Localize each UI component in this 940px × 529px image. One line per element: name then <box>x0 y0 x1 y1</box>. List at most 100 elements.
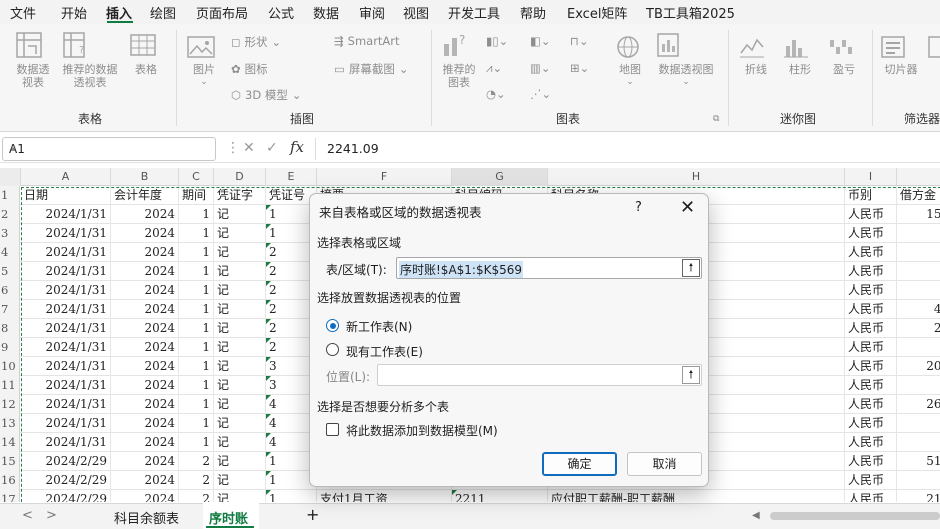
name-box[interactable]: A1 ⌄ <box>2 137 216 161</box>
column-header-b[interactable]: B <box>111 168 179 186</box>
recommended-charts-button[interactable]: ? 推荐的图表 <box>440 30 480 89</box>
cell-year[interactable]: 2024 <box>111 205 179 224</box>
cell-year[interactable]: 2024 <box>111 490 179 502</box>
cell-period[interactable]: 1 <box>179 414 214 433</box>
range-collapse-icon[interactable]: 🠕 <box>682 259 700 277</box>
cell-date[interactable]: 2024/1/31 <box>21 338 111 357</box>
cancel-edit-icon[interactable]: ✕ <box>243 140 255 156</box>
cell-cur[interactable]: 人民币 <box>845 395 897 414</box>
cell-date[interactable]: 2024/1/31 <box>21 281 111 300</box>
cell-year[interactable]: 2024 <box>111 243 179 262</box>
cell-period[interactable]: 1 <box>179 243 214 262</box>
cell-cur[interactable]: 人民币 <box>845 338 897 357</box>
cell-cur[interactable]: 人民币 <box>845 452 897 471</box>
cell-word[interactable]: 记 <box>214 490 266 502</box>
cell-debit[interactable]: 15,1 <box>897 205 940 224</box>
cell-debit[interactable] <box>897 224 940 243</box>
cell-date[interactable]: 2024/1/31 <box>21 376 111 395</box>
slicer-button[interactable]: 切片器 <box>879 34 923 76</box>
screenshot-button[interactable]: ▭ 屏幕截图 ⌄ <box>334 61 409 77</box>
cell-date[interactable]: 2024/2/29 <box>21 452 111 471</box>
location-input[interactable]: 🠕 <box>377 364 702 386</box>
new-worksheet-radio[interactable] <box>326 319 339 332</box>
timeline-button[interactable] <box>927 34 940 63</box>
scatter-chart-button[interactable]: ⋰⌄ <box>530 87 551 101</box>
cell-period[interactable]: 1 <box>179 357 214 376</box>
row-number[interactable]: 11 <box>0 376 20 395</box>
cell-cur[interactable]: 人民币 <box>845 205 897 224</box>
pivot-table-button[interactable]: 数据透视表 <box>14 30 58 89</box>
cell-debit[interactable]: 21,3 <box>897 490 940 502</box>
cell-cur[interactable]: 人民币 <box>845 300 897 319</box>
row-number[interactable]: 13 <box>0 414 20 433</box>
combo-chart-button[interactable]: ⊞⌄ <box>570 61 589 75</box>
cell-cur[interactable]: 人民币 <box>845 243 897 262</box>
table-button[interactable]: 表格 <box>128 30 164 76</box>
cell-date[interactable]: 2024/1/31 <box>21 433 111 452</box>
formula-input[interactable]: 2241.09 <box>327 141 379 156</box>
hscroll-left-icon[interactable]: ◀ <box>752 510 760 521</box>
cell-period[interactable]: 2 <box>179 490 214 502</box>
menu-review[interactable]: 审阅 <box>359 3 385 22</box>
menu-file[interactable]: 文件 <box>10 3 36 22</box>
horizontal-scrollbar[interactable] <box>770 512 940 520</box>
cell-cur[interactable]: 人民币 <box>845 357 897 376</box>
cell-year[interactable]: 2024 <box>111 452 179 471</box>
column-header-j[interactable] <box>897 168 940 186</box>
close-icon[interactable]: ✕ <box>680 197 695 218</box>
cancel-button[interactable]: 取消 <box>627 452 702 476</box>
cell-cur[interactable]: 人民币 <box>845 414 897 433</box>
cell-cur[interactable]: 人民币 <box>845 262 897 281</box>
header-cell[interactable]: 日期 <box>21 186 111 205</box>
cell-year[interactable]: 2024 <box>111 319 179 338</box>
cell-cur[interactable]: 人民币 <box>845 490 897 502</box>
cell-debit[interactable]: 51,4 <box>897 452 940 471</box>
cell-debit[interactable] <box>897 376 940 395</box>
cell-year[interactable]: 2024 <box>111 414 179 433</box>
row-number[interactable]: 14 <box>0 433 20 452</box>
icons-button[interactable]: ✿ 图标 <box>231 61 268 77</box>
cell-cur[interactable]: 人民币 <box>845 376 897 395</box>
map-button[interactable]: 地图 ⌄ <box>614 34 646 89</box>
cell-period[interactable]: 1 <box>179 262 214 281</box>
column-header-d[interactable]: D <box>214 168 266 186</box>
waterfall-chart-button[interactable]: ⊓⌄ <box>570 34 589 48</box>
sparkline-line-button[interactable]: 折线 <box>738 34 774 76</box>
ok-button[interactable]: 确定 <box>542 452 617 476</box>
cell-word[interactable]: 记 <box>214 452 266 471</box>
line-chart-button[interactable]: ⩘⌄ <box>486 61 502 76</box>
row-number[interactable]: 9 <box>0 338 20 357</box>
cell-debit[interactable]: 4 <box>897 243 940 262</box>
cell-year[interactable]: 2024 <box>111 262 179 281</box>
cell-period[interactable]: 2 <box>179 471 214 490</box>
cell-year[interactable]: 2024 <box>111 300 179 319</box>
cell-year[interactable]: 2024 <box>111 357 179 376</box>
cell-debit[interactable] <box>897 414 940 433</box>
row-number[interactable]: 15 <box>0 452 20 471</box>
tab-scroll-right-icon[interactable]: > <box>46 508 57 523</box>
cell-cur[interactable]: 人民币 <box>845 224 897 243</box>
new-worksheet-label[interactable]: 新工作表(N) <box>346 318 412 335</box>
column-header-h[interactable]: H <box>548 168 845 186</box>
cell-cur[interactable]: 人民币 <box>845 471 897 490</box>
help-button[interactable]: ? <box>635 200 642 215</box>
cell-debit[interactable] <box>897 281 940 300</box>
charts-launcher-icon[interactable]: ⧉ <box>713 114 719 124</box>
cell-num[interactable]: 1 <box>266 490 317 502</box>
cell-period[interactable]: 1 <box>179 376 214 395</box>
confirm-edit-icon[interactable]: ✓ <box>266 140 278 156</box>
menu-tb-toolbox[interactable]: TB工具箱2025 <box>646 3 735 22</box>
range-input[interactable]: 序时账!$A$1:$K$569 🠕 <box>396 257 702 279</box>
cell-year[interactable]: 2024 <box>111 224 179 243</box>
cell-word[interactable]: 记 <box>214 338 266 357</box>
cell-word[interactable]: 记 <box>214 471 266 490</box>
cell-period[interactable]: 1 <box>179 433 214 452</box>
cell-date[interactable]: 2024/1/31 <box>21 395 111 414</box>
cell-cur[interactable]: 人民币 <box>845 281 897 300</box>
cell-word[interactable]: 记 <box>214 414 266 433</box>
picture-button[interactable]: 图片 ⌄ <box>186 34 222 89</box>
cell-year[interactable]: 2024 <box>111 281 179 300</box>
cell-name[interactable]: 应付职工薪酬-职工薪酬 <box>548 490 845 502</box>
cell-cur[interactable]: 人民币 <box>845 433 897 452</box>
cell-date[interactable]: 2024/1/31 <box>21 205 111 224</box>
